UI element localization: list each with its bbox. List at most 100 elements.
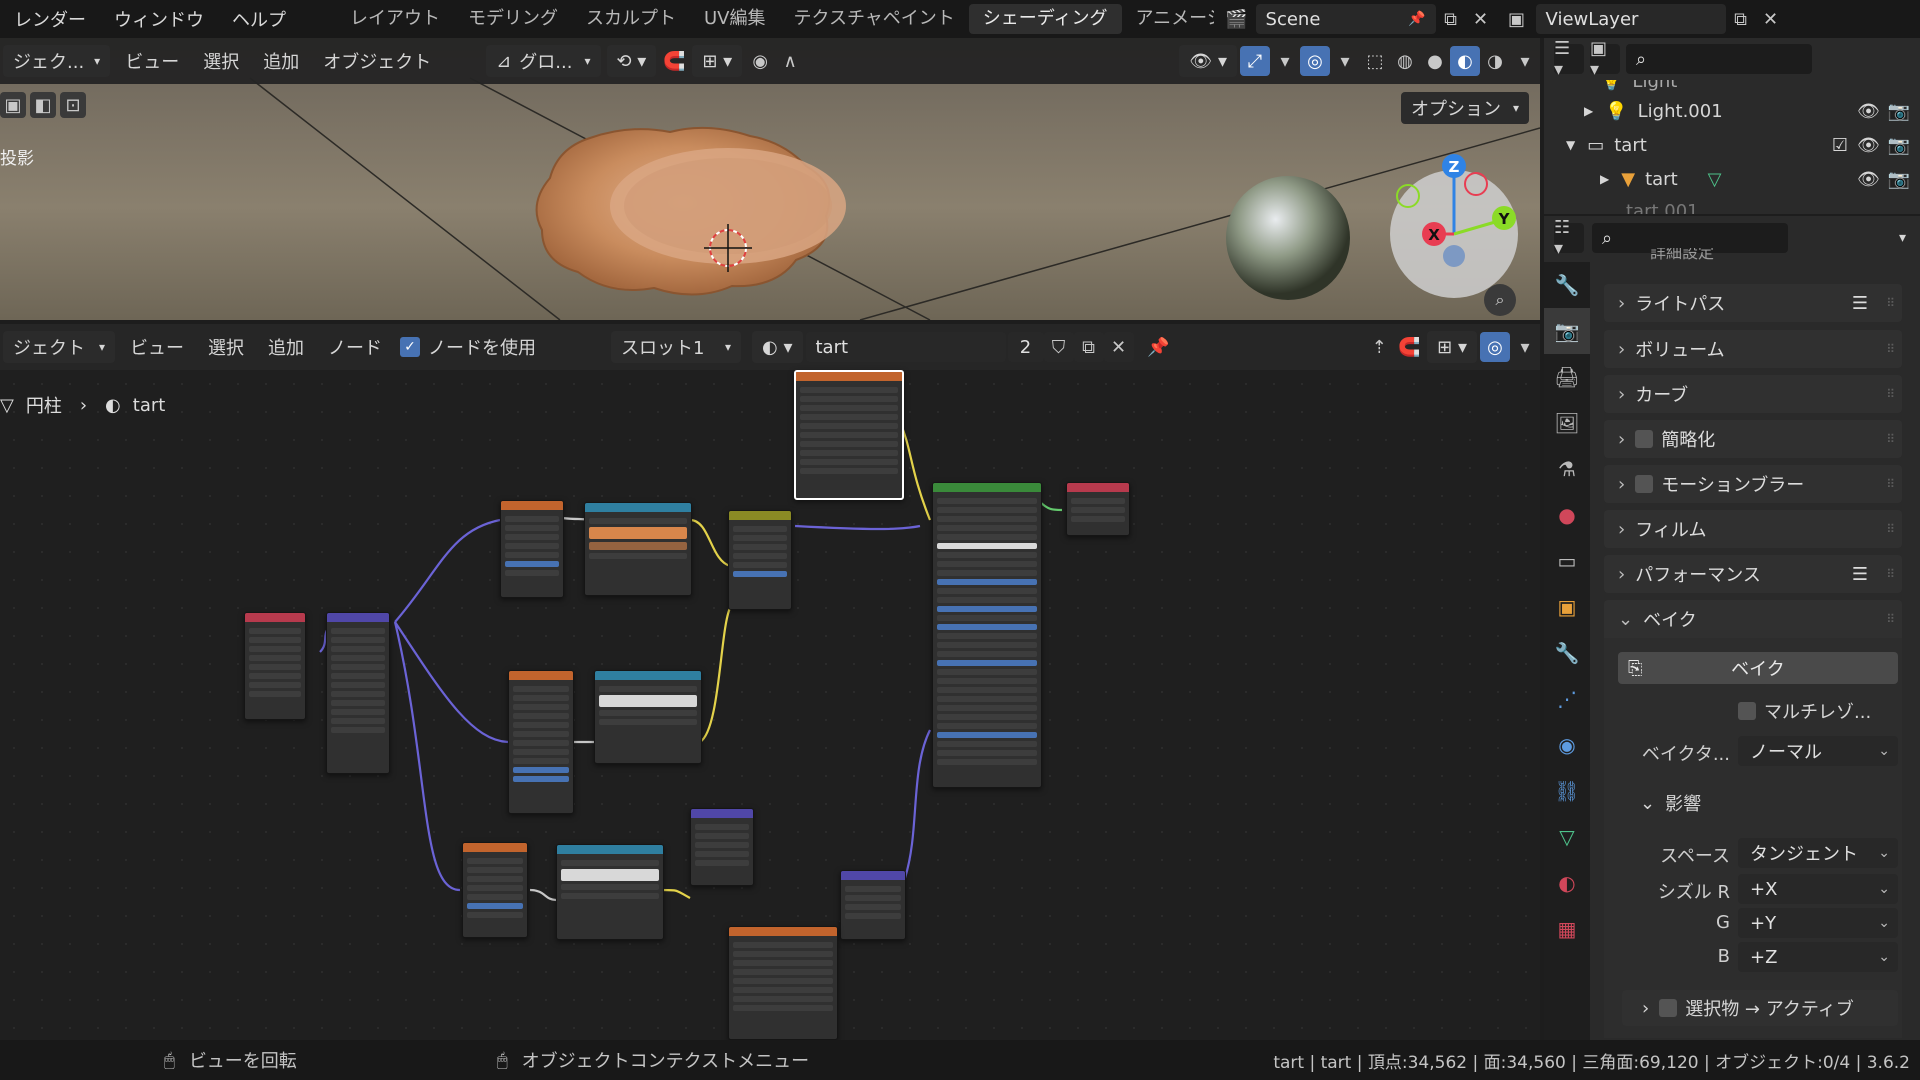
- node-menu-view[interactable]: ビュー: [118, 334, 196, 360]
- node-overlay-icon[interactable]: ◎: [1480, 332, 1510, 362]
- noise-texture-node-2[interactable]: [508, 670, 574, 814]
- material-browse-icon[interactable]: ◐ ▾: [752, 331, 803, 363]
- properties-options-icon[interactable]: ▾: [1899, 230, 1906, 246]
- bump-node[interactable]: [690, 808, 754, 886]
- object-tab-icon[interactable]: ▣: [1544, 584, 1590, 630]
- falloff-icon[interactable]: ∧: [775, 46, 805, 76]
- material-tab-icon[interactable]: ◐: [1544, 860, 1590, 906]
- filter-dropdown-icon[interactable]: ▣ ▾: [1590, 38, 1620, 80]
- panel-volumes[interactable]: › ボリューム ⠿: [1604, 330, 1902, 368]
- tool-tab-icon[interactable]: 🔧: [1544, 262, 1590, 308]
- menu-help[interactable]: ヘルプ: [218, 6, 300, 32]
- menu-add[interactable]: 追加: [251, 48, 311, 74]
- view-layer-tab-icon[interactable]: 🖼: [1544, 400, 1590, 446]
- multires-checkbox[interactable]: [1738, 702, 1756, 720]
- fake-user-icon[interactable]: ⛉: [1043, 332, 1074, 362]
- panel-performance[interactable]: › パフォーマンス ☰ ⠿: [1604, 555, 1902, 593]
- color-ramp-node-3[interactable]: [556, 844, 664, 940]
- tab-uv-editing[interactable]: UV編集: [690, 4, 780, 34]
- panel-bake[interactable]: ⌄ ベイク ⠿: [1604, 600, 1902, 638]
- wireframe-shading-icon[interactable]: ◍: [1390, 46, 1420, 76]
- noise-texture-node-1[interactable]: [500, 500, 564, 598]
- panel-simplify[interactable]: › 簡略化 ⠿: [1604, 420, 1902, 458]
- rendered-shading-icon[interactable]: ◑: [1480, 46, 1510, 76]
- mapping-node[interactable]: [326, 612, 390, 774]
- output-tab-icon[interactable]: 🖨: [1544, 354, 1590, 400]
- outliner-row-tart-collection[interactable]: ▼ ▭ tart ☑ 👁 📷: [1544, 128, 1920, 162]
- outliner-row-tart-object[interactable]: ▶ ▼ tart ▽ 👁 📷: [1544, 162, 1920, 196]
- collapse-arrow-icon[interactable]: ▼: [1566, 138, 1575, 152]
- expand-arrow-icon[interactable]: ▶: [1600, 172, 1609, 186]
- select-box-icon[interactable]: ▣: [0, 92, 26, 118]
- gizmo-toggle-icon[interactable]: ⤢: [1240, 46, 1270, 76]
- gizmo-dropdown-icon[interactable]: ▾: [1270, 46, 1300, 76]
- world-tab-icon[interactable]: ●: [1544, 492, 1590, 538]
- node-editor-canvas[interactable]: ▽ 円柱 › ◐ tart: [0, 370, 1540, 1040]
- swizzle-b-dropdown[interactable]: +Z ⌄: [1738, 942, 1898, 972]
- shader-type-dropdown[interactable]: ジェクト ▾: [3, 331, 116, 363]
- physics-tab-icon[interactable]: ◉: [1544, 722, 1590, 768]
- bake-type-dropdown[interactable]: ノーマル ⌄: [1738, 736, 1898, 766]
- normal-map-node[interactable]: [840, 870, 906, 940]
- constraints-tab-icon[interactable]: ⛓: [1544, 768, 1590, 814]
- editor-mode-dropdown[interactable]: ジェク... ▾: [3, 45, 111, 77]
- selected-to-active-checkbox[interactable]: [1659, 999, 1678, 1017]
- new-scene-icon[interactable]: ⧉: [1436, 4, 1466, 34]
- node-snap-icon[interactable]: 🧲: [1394, 332, 1424, 362]
- tab-shading[interactable]: シェーディング: [968, 4, 1122, 34]
- transform-orientation-dropdown[interactable]: ⊿ グロ... ▾: [486, 45, 601, 77]
- node-snap-dropdown[interactable]: ⊞ ▾: [1427, 331, 1477, 363]
- menu-window[interactable]: ウィンドウ: [100, 6, 218, 32]
- color-ramp-node-1[interactable]: [584, 502, 692, 596]
- pin-icon[interactable]: 📌: [1144, 332, 1174, 362]
- expand-arrow-icon[interactable]: ▶: [1584, 104, 1593, 118]
- use-nodes-checkbox[interactable]: ✓: [400, 337, 421, 357]
- panel-film[interactable]: › フィルム ⠿: [1604, 510, 1902, 548]
- parent-node-tree-icon[interactable]: ⇡: [1364, 332, 1394, 362]
- options-dropdown[interactable]: オプション ▾: [1401, 92, 1530, 124]
- image-texture-node-1[interactable]: [794, 370, 904, 500]
- mix-node[interactable]: [728, 510, 792, 610]
- tab-sculpt[interactable]: スカルプト: [572, 4, 690, 34]
- space-dropdown[interactable]: タンジェント ⌄: [1738, 838, 1898, 868]
- camera-icon[interactable]: 📷: [1888, 169, 1910, 190]
- list-icon[interactable]: ☰: [1852, 293, 1868, 314]
- duplicate-material-icon[interactable]: ⧉: [1073, 332, 1104, 362]
- tab-texture-paint[interactable]: テクスチャペイント: [780, 4, 969, 34]
- overlay-toggle-icon[interactable]: ◎: [1300, 46, 1330, 76]
- color-ramp-node-2[interactable]: [594, 670, 702, 764]
- snap-target-dropdown[interactable]: ⊞ ▾: [692, 45, 743, 77]
- tab-modeling[interactable]: モデリング: [454, 4, 572, 34]
- swizzle-r-dropdown[interactable]: +X ⌄: [1738, 874, 1898, 904]
- panel-curves[interactable]: › カーブ ⠿: [1604, 375, 1902, 413]
- node-menu-add[interactable]: 追加: [256, 334, 316, 360]
- outliner-search-input[interactable]: ⌕: [1626, 44, 1812, 74]
- collection-tab-icon[interactable]: ▭: [1544, 538, 1590, 584]
- pin-icon[interactable]: 📌: [1408, 11, 1425, 27]
- node-overlay-dropdown-icon[interactable]: ▾: [1510, 332, 1540, 362]
- slot-dropdown[interactable]: スロット1 ▾: [611, 331, 742, 363]
- select-subtract-icon[interactable]: ⊡: [60, 92, 86, 118]
- render-tab-icon[interactable]: 📷: [1544, 308, 1590, 354]
- material-output-node[interactable]: [1066, 482, 1130, 536]
- swizzle-g-dropdown[interactable]: +Y ⌄: [1738, 908, 1898, 938]
- view-layer-icon[interactable]: ▣: [1502, 4, 1532, 34]
- delete-view-layer-icon[interactable]: ✕: [1756, 4, 1786, 34]
- unlink-material-icon[interactable]: ✕: [1103, 332, 1134, 362]
- scene-selector-icon[interactable]: 🎬: [1222, 4, 1252, 34]
- noise-texture-node-3[interactable]: [462, 842, 528, 938]
- snap-icon[interactable]: 🧲: [659, 46, 689, 76]
- texture-coordinate-node[interactable]: [244, 612, 306, 720]
- texture-tab-icon[interactable]: ▦: [1544, 906, 1590, 952]
- data-tab-icon[interactable]: ▽: [1544, 814, 1590, 860]
- node-menu-node[interactable]: ノード: [316, 334, 394, 360]
- shading-dropdown-icon[interactable]: ▾: [1510, 46, 1540, 76]
- tab-animation[interactable]: アニメーシ: [1122, 4, 1214, 34]
- selected-to-active-subpanel[interactable]: › 選択物 → アクティブ: [1622, 990, 1898, 1026]
- influence-subpanel[interactable]: ⌄ 影響: [1640, 790, 1701, 816]
- list-icon[interactable]: ☰: [1852, 564, 1868, 585]
- particles-tab-icon[interactable]: ⋰: [1544, 676, 1590, 722]
- panel-light-paths[interactable]: › ライトパス ☰ ⠿: [1604, 284, 1902, 322]
- outliner-row-light[interactable]: 💡 Light: [1544, 80, 1920, 94]
- view-layer-field[interactable]: ViewLayer: [1535, 4, 1726, 34]
